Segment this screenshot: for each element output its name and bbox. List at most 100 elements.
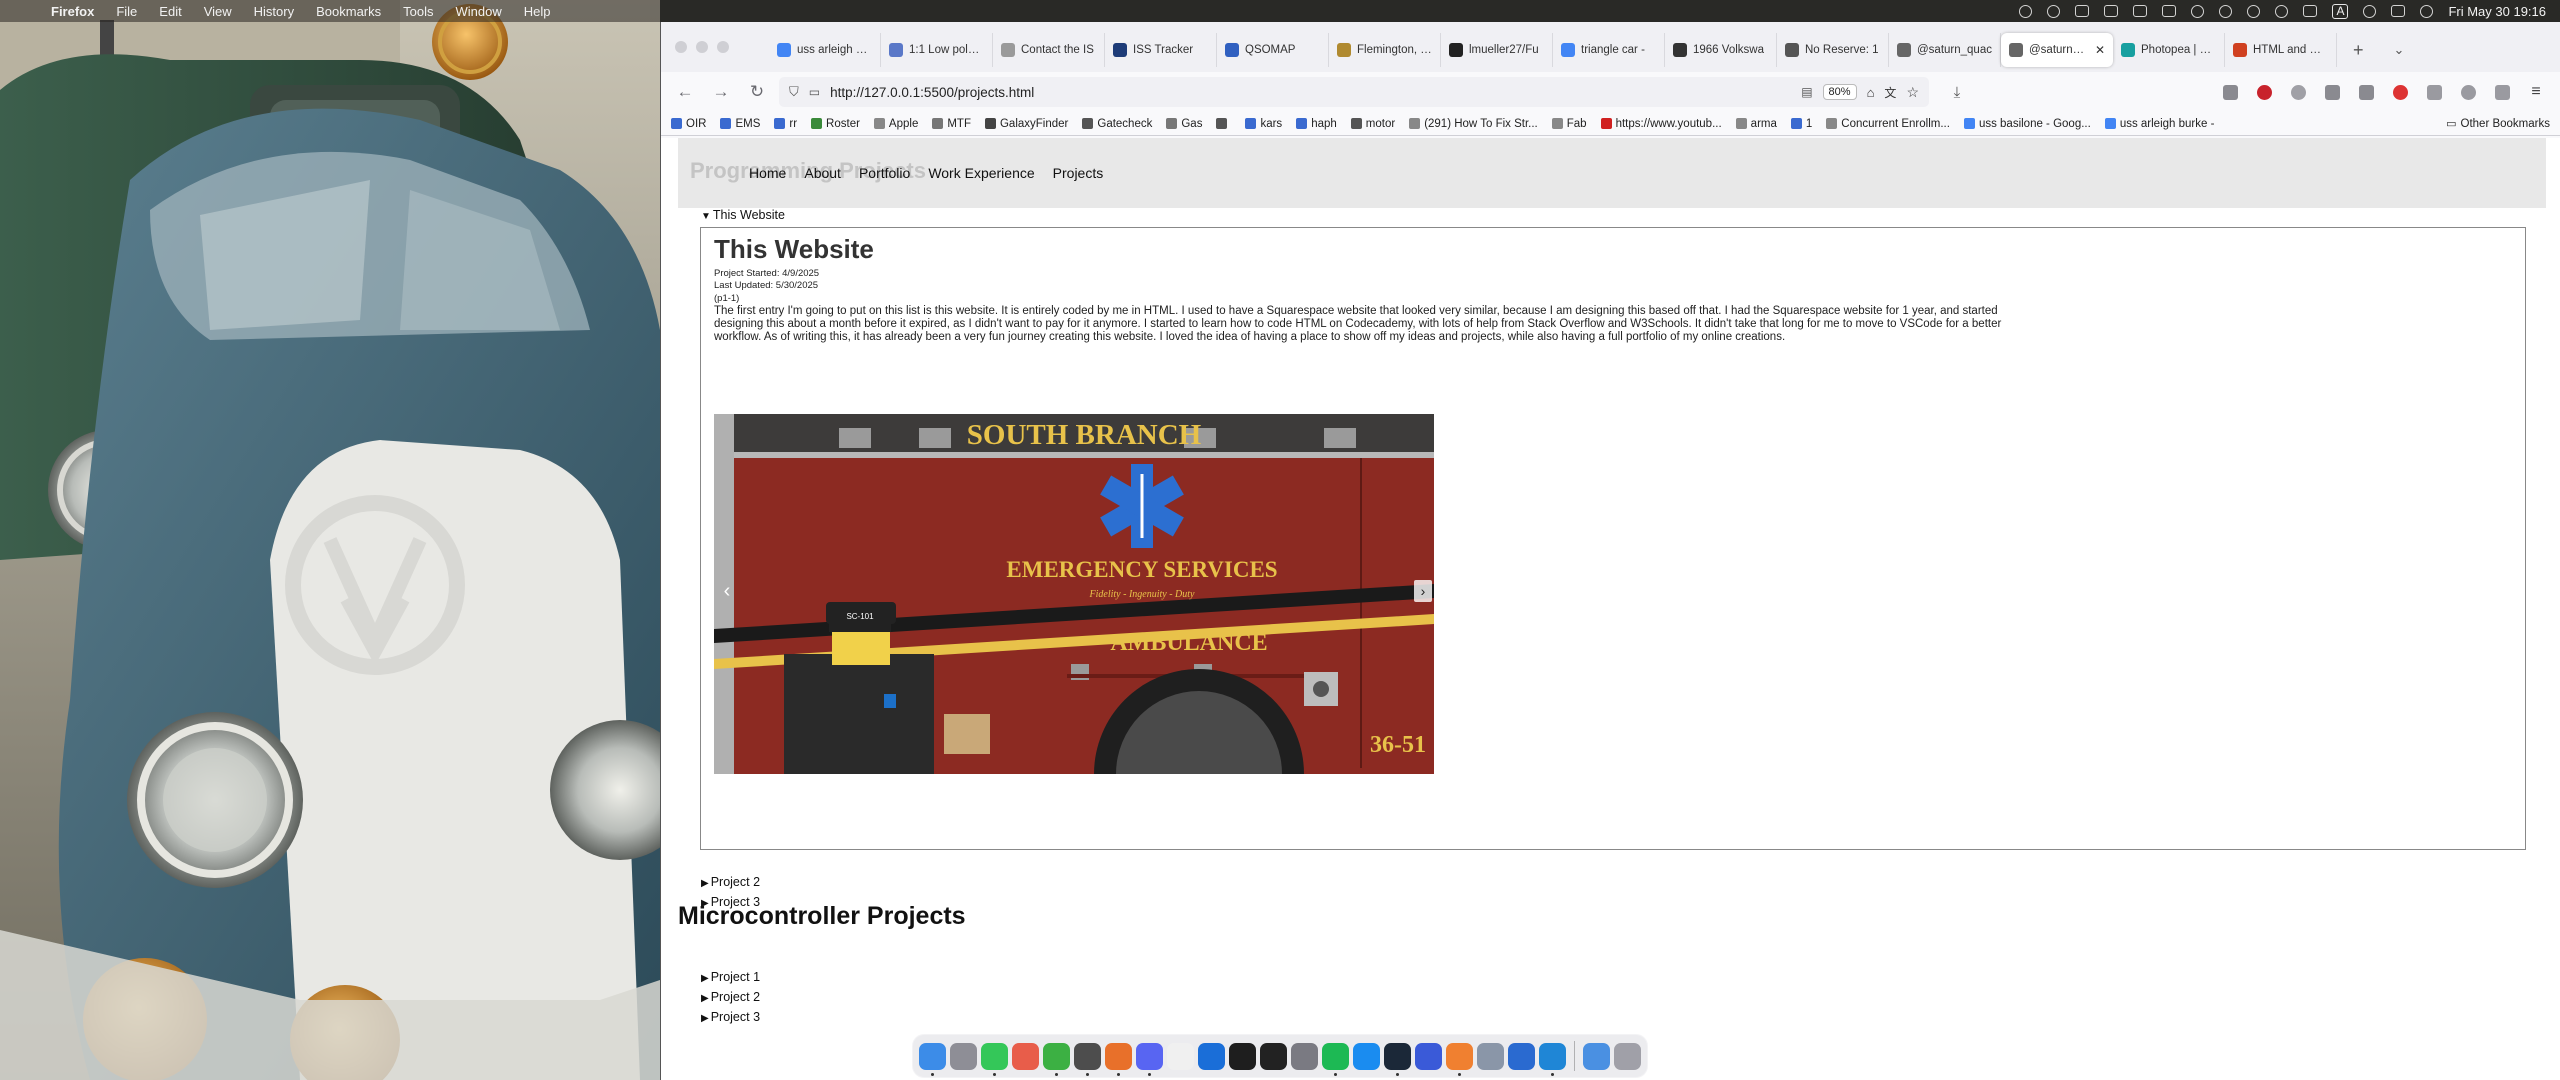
close-window-button[interactable] [675,41,687,53]
bookmark-item[interactable]: https://www.youtub... [1600,118,1722,130]
dock-system-settings-icon[interactable] [1291,1042,1318,1070]
extension-icon-grey-4[interactable] [2420,78,2448,106]
control-center-icon[interactable] [2391,5,2406,17]
minimize-window-button[interactable] [696,41,708,53]
dock-vscode-icon[interactable] [1539,1042,1566,1076]
bookmark-item[interactable]: rr [774,118,797,130]
browser-tab[interactable]: 1966 Volkswa [1665,33,1777,67]
dock-launchpad-icon[interactable] [950,1042,977,1070]
status-icon-9[interactable] [2247,4,2261,18]
dock-photos-icon[interactable] [1012,1042,1039,1070]
dock-steam-icon[interactable] [1384,1042,1411,1076]
nav-portfolio-link[interactable]: Portfolio [850,165,919,181]
dock-terminal-alt-icon[interactable] [1229,1042,1256,1070]
bookmark-item[interactable]: Gas [1166,118,1202,130]
browser-tab[interactable]: uss arleigh bur [769,33,881,67]
downloads-icon[interactable]: ⤓ [1943,78,1971,106]
bookmark-item[interactable]: GalaxyFinder [984,118,1068,130]
bookmark-item[interactable]: Roster [811,118,860,130]
reload-icon[interactable]: ↻ [743,78,771,106]
list-all-tabs-chevron-icon[interactable]: ⌄ [2394,33,2405,67]
url-text[interactable]: http://127.0.0.1:5500/projects.html [830,85,1791,100]
bookmark-item[interactable]: Apple [873,118,918,130]
url-bar[interactable]: ⛉ ▭ http://127.0.0.1:5500/projects.html … [779,77,1929,107]
dock-spotify-icon[interactable] [1322,1042,1349,1076]
browser-tab-active[interactable]: @saturn_qu ✕ [2001,33,2113,67]
browser-tab[interactable]: No Reserve: 1 [1777,33,1889,67]
extension-icon-grey-2[interactable] [2318,78,2346,106]
bookmark-item[interactable]: EMS [720,118,760,130]
details-summary-collapsed[interactable]: ▶ Project 2 [701,875,760,889]
dock-chatgpt-icon[interactable] [1167,1042,1194,1070]
menu-bookmarks[interactable]: Bookmarks [305,4,392,19]
menu-help[interactable]: Help [513,4,562,19]
dock-chrome-icon[interactable] [1074,1042,1101,1076]
dock-downloads-icon[interactable] [1583,1042,1610,1070]
browser-tab[interactable]: HTML and CSS [2225,33,2337,67]
hamburger-menu-icon[interactable]: ≡ [2522,78,2550,106]
browser-tab[interactable]: Flemington, Ne [1329,33,1441,67]
dock-finder-icon[interactable] [919,1042,946,1076]
browser-tab[interactable]: 1:1 Low poly U [881,33,993,67]
status-icon-5[interactable] [2133,5,2148,17]
bookmark-item[interactable]: Concurrent Enrollm... [1826,118,1950,130]
siri-icon[interactable] [2420,4,2434,18]
translate-icon[interactable]: 文 [1884,84,1896,101]
menubar-clock[interactable]: Fri May 30 19:16 [2448,4,2546,19]
browser-tab[interactable]: ISS Tracker [1105,33,1217,67]
browser-tab[interactable]: QSOMAP [1217,33,1329,67]
menu-window[interactable]: Window [445,4,513,19]
status-icon-4[interactable] [2104,5,2119,17]
dock-qsstv-icon[interactable] [1415,1042,1442,1070]
bookmark-item[interactable]: Fab [1551,118,1587,130]
menu-tools[interactable]: Tools [392,4,444,19]
browser-tab[interactable]: Photopea | Onl [2113,33,2225,67]
zoom-window-button[interactable] [717,41,729,53]
details-summary-collapsed[interactable]: ▶ Project 3 [701,1010,760,1024]
other-bookmarks[interactable]: ▭ Other Bookmarks [2446,117,2550,131]
shield-icon[interactable]: ⛉ [789,84,799,100]
bookmark-star-icon[interactable]: ☆ [1906,84,1919,101]
status-icon-6[interactable] [2162,5,2177,17]
status-icon-8[interactable] [2219,4,2233,18]
close-tab-icon[interactable]: ✕ [2095,43,2105,57]
nav-work-experience-link[interactable]: Work Experience [919,165,1043,181]
extension-puzzle-icon[interactable] [2216,78,2244,106]
battery-icon[interactable] [2303,5,2318,17]
bookmark-item[interactable]: MTF [932,118,971,130]
extension-icon-grey-1[interactable] [2284,78,2312,106]
menu-edit[interactable]: Edit [148,4,192,19]
menu-view[interactable]: View [193,4,243,19]
details-summary-collapsed[interactable]: ▶ Project 1 [701,970,760,984]
bookmark-item[interactable]: Gatecheck [1082,118,1152,130]
extension-icon-grey-3[interactable] [2352,78,2380,106]
browser-tab[interactable]: @saturn_quac [1889,33,2001,67]
bookmark-item[interactable]: uss arleigh burke - [2104,118,2214,130]
status-icon-2[interactable] [2047,4,2061,18]
details-summary-collapsed[interactable]: ▶ Project 2 [701,990,760,1004]
page-info-icon[interactable]: ▭ [809,85,820,99]
dock-trash-icon[interactable] [1614,1042,1641,1070]
status-icon-1[interactable] [2019,4,2033,18]
nav-about-link[interactable]: About [795,165,850,181]
bookmark-item[interactable]: haph [1296,118,1337,130]
bookmark-item[interactable]: uss basilone - Goog... [1963,118,2091,130]
details-summary-open[interactable]: ▼ This Website [701,208,785,222]
extension-icon-red[interactable] [2250,78,2278,106]
dock-blender-icon[interactable] [1446,1042,1473,1076]
dock-facetime-icon[interactable] [1043,1042,1070,1076]
dock-messages-icon[interactable] [981,1042,1008,1076]
browser-tab[interactable]: lmueller27/Fu [1441,33,1553,67]
status-icon-3[interactable] [2075,5,2090,17]
nav-home-link[interactable]: Home [740,165,795,181]
bookmark-item[interactable]: (291) How To Fix Str... [1409,118,1538,130]
slideshow-previous-arrow-icon[interactable]: ‹ [716,574,738,608]
reader-view-icon[interactable]: ▤ [1801,85,1812,99]
browser-tab[interactable]: triangle car - [1553,33,1665,67]
zoom-level-badge[interactable]: 80% [1822,84,1857,100]
dock-firefox-icon[interactable] [1105,1042,1132,1076]
input-source-icon[interactable]: A [2332,3,2349,19]
menu-file[interactable]: File [105,4,148,19]
extension-icon-red-2[interactable] [2386,78,2414,106]
nav-projects-link[interactable]: Projects [1044,165,1113,181]
